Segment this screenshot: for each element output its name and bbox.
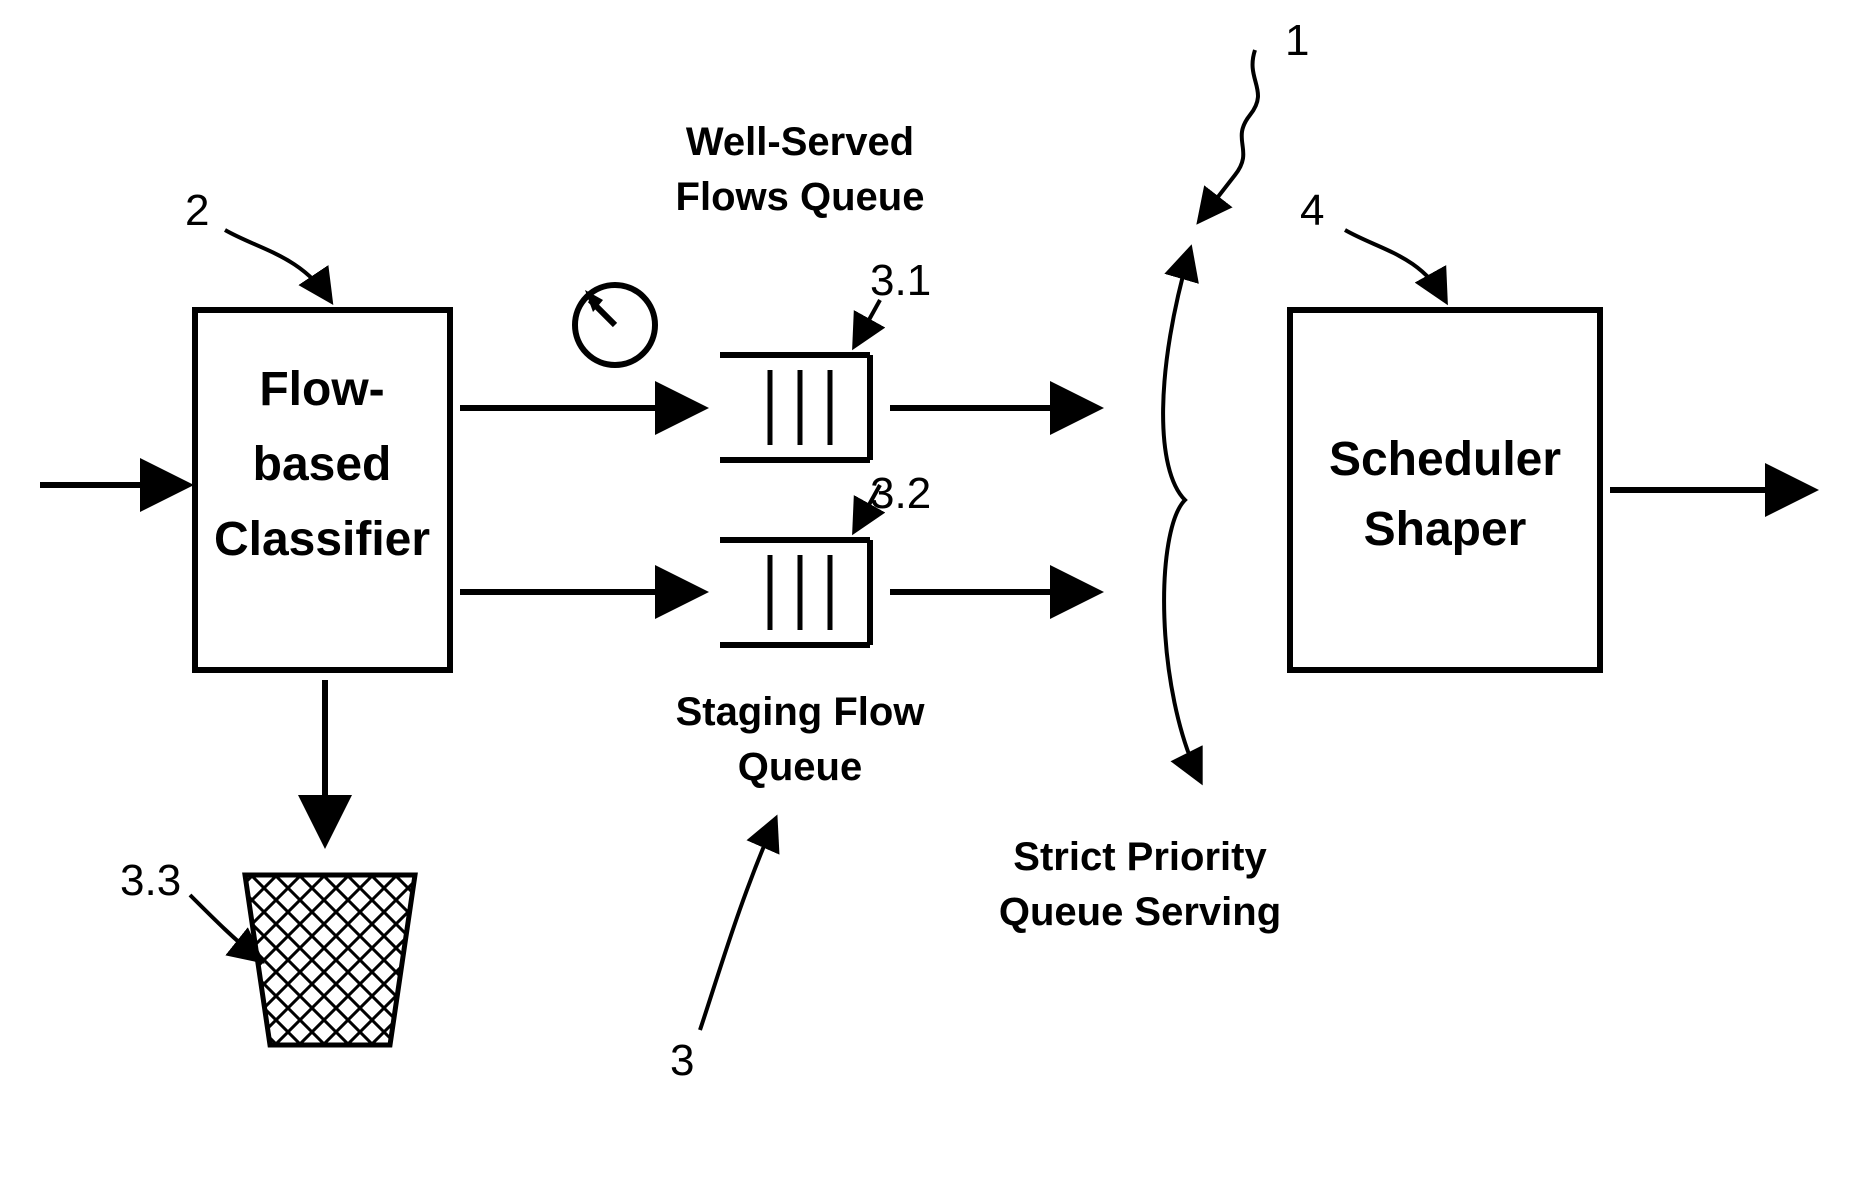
- gauge-icon: [575, 285, 655, 365]
- trash-bin-icon: [245, 875, 415, 1045]
- well-served-label-2: Flows Queue: [676, 175, 925, 219]
- strict-label-2: Queue Serving: [999, 890, 1281, 934]
- scheduler-line1: Scheduler: [1329, 433, 1561, 486]
- scheduler-line2: Shaper: [1364, 503, 1527, 556]
- ref-1-leader: [1200, 50, 1258, 220]
- ref-3-leader: [700, 820, 775, 1030]
- strict-priority-bracket: [1163, 250, 1200, 780]
- ref-2-leader: [225, 230, 330, 300]
- ref-1: 1: [1285, 16, 1309, 65]
- ref-2: 2: [185, 186, 209, 235]
- classifier-line1: Flow-: [259, 363, 384, 416]
- ref-31-leader: [855, 300, 880, 345]
- strict-label-1: Strict Priority: [1013, 835, 1267, 879]
- ref-33: 3.3: [120, 856, 181, 905]
- classifier-line3: Classifier: [214, 513, 430, 566]
- ref-4: 4: [1300, 186, 1324, 235]
- flow-based-classifier-block: Flow- based Classifier: [195, 310, 450, 670]
- ref-4-leader: [1345, 230, 1445, 300]
- well-served-queue: [720, 355, 870, 460]
- staging-label-2: Queue: [738, 745, 862, 789]
- ref-31: 3.1: [870, 256, 931, 305]
- diagram-canvas: Flow- based Classifier Scheduler Shaper: [0, 0, 1851, 1201]
- classifier-line2: based: [253, 438, 392, 491]
- well-served-label-1: Well-Served: [686, 120, 914, 164]
- scheduler-shaper-block: Scheduler Shaper: [1290, 310, 1600, 670]
- staging-queue: [720, 540, 870, 645]
- ref-3: 3: [670, 1036, 694, 1085]
- ref-32: 3.2: [870, 469, 931, 518]
- staging-label-1: Staging Flow: [676, 690, 926, 734]
